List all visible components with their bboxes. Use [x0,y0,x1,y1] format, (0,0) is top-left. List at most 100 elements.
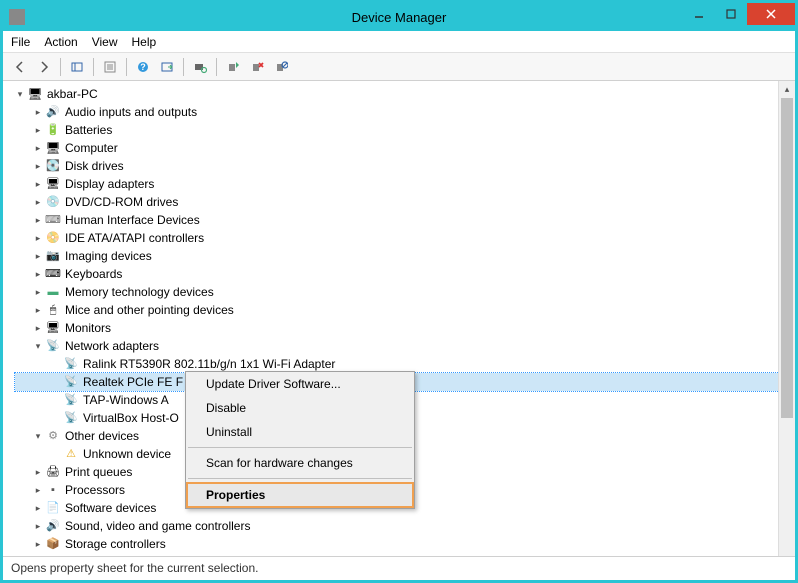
computer-icon [45,140,61,156]
minimize-button[interactable] [683,3,715,25]
scroll-thumb[interactable] [781,98,793,418]
context-menu-item[interactable]: Scan for hardware changes [186,451,414,475]
context-menu-item[interactable]: Uninstall [186,420,414,444]
titlebar[interactable]: Device Manager [3,3,795,31]
network-icon [63,356,79,372]
menu-file[interactable]: File [11,35,30,49]
tree-category[interactable]: ▸Display adapters [15,175,795,193]
monitor-icon [45,320,61,336]
tree-item-label: Monitors [65,319,111,337]
ide-icon [45,230,61,246]
help-button[interactable]: ? [132,56,154,78]
context-menu-item[interactable]: Disable [186,396,414,420]
tree-category[interactable]: ▾Network adapters [15,337,795,355]
show-hide-button[interactable] [66,56,88,78]
tree-category[interactable]: ▸ Monitors [15,319,795,337]
disable-button[interactable] [270,56,292,78]
uninstall-button[interactable] [246,56,268,78]
tree-category[interactable]: ▸ Disk drives [15,157,795,175]
expand-icon[interactable]: ▸ [33,467,43,477]
expand-icon[interactable]: ▸ [33,323,43,333]
expand-icon[interactable]: ▸ [33,269,43,279]
close-button[interactable] [747,3,795,25]
tree-root[interactable]: ▾ akbar-PC [15,85,795,103]
tree-category[interactable]: ▸Audio inputs and outputs [15,103,795,121]
expand-icon[interactable]: ▸ [33,287,43,297]
tree-category[interactable]: ▸Memory technology devices [15,283,795,301]
tree-category[interactable]: ▸Imaging devices [15,247,795,265]
audio-icon [45,104,61,120]
forward-button[interactable] [33,56,55,78]
expand-icon[interactable]: ▸ [33,197,43,207]
update-driver-button[interactable] [222,56,244,78]
tree-category[interactable]: ▸ Storage controllers [15,535,795,553]
back-button[interactable] [9,56,31,78]
expand-icon[interactable]: ▸ [33,125,43,135]
tree-item-label: IDE ATA/ATAPI controllers [65,229,204,247]
network-icon [45,338,61,354]
expand-icon[interactable]: ▸ [33,521,43,531]
toolbar: ? [3,53,795,81]
expand-icon[interactable]: ▸ [33,143,43,153]
keyboard-icon [45,266,61,282]
software-icon [45,500,61,516]
battery-icon [45,122,61,138]
toolbar-separator [93,58,94,76]
expand-icon[interactable]: ▸ [33,107,43,117]
tree-item-label: akbar-PC [47,85,98,103]
tree-category[interactable]: ▸Sound, video and game controllers [15,517,795,535]
tree-item-label: Disk drives [65,157,124,175]
expand-icon[interactable]: ▸ [33,539,43,549]
collapse-icon[interactable]: ▾ [15,89,25,99]
action-button[interactable] [156,56,178,78]
svg-text:?: ? [140,62,146,72]
tree-category[interactable]: ▸ Human Interface Devices [15,211,795,229]
window-controls [683,3,795,25]
scan-hardware-button[interactable] [189,56,211,78]
tree-category[interactable]: ▸ Keyboards [15,265,795,283]
tree-item-label: Computer [65,139,118,157]
tree-category[interactable]: ▸DVD/CD-ROM drives [15,193,795,211]
context-menu[interactable]: Update Driver Software...DisableUninstal… [185,371,415,509]
dvd-icon [45,194,61,210]
scroll-up-arrow[interactable]: ▴ [779,81,795,98]
expand-icon[interactable]: ▸ [33,305,43,315]
processor-icon [45,482,61,498]
menu-help[interactable]: Help [132,35,157,49]
tree-category[interactable]: ▸Mice and other pointing devices [15,301,795,319]
collapse-icon[interactable]: ▾ [33,431,43,441]
expand-icon[interactable]: ▸ [33,215,43,225]
tree-category[interactable]: ▸Batteries [15,121,795,139]
hid-icon [45,212,61,228]
properties-button[interactable] [99,56,121,78]
imaging-icon [45,248,61,264]
unknown-icon [63,446,79,462]
window-title: Device Manager [352,10,447,25]
computer-icon [27,86,43,102]
other-icon [45,428,61,444]
expand-icon[interactable]: ▸ [33,485,43,495]
tree-item-label: Keyboards [65,265,122,283]
tree-item-label: Software devices [65,499,156,517]
expand-icon[interactable]: ▸ [33,179,43,189]
storage-icon [45,536,61,552]
tree-item-label: Storage controllers [65,535,166,553]
status-text: Opens property sheet for the current sel… [11,561,258,575]
maximize-button[interactable] [715,3,747,25]
expand-icon[interactable]: ▸ [33,503,43,513]
context-menu-item[interactable]: Properties [186,482,414,508]
menu-action[interactable]: Action [44,35,77,49]
expand-icon[interactable]: ▸ [33,161,43,171]
expand-icon[interactable]: ▸ [33,251,43,261]
tree-category[interactable]: ▸ Computer [15,139,795,157]
tree-item-label: Human Interface Devices [65,211,200,229]
tree-item-label: VirtualBox Host-O [83,409,179,427]
vertical-scrollbar[interactable]: ▴ [778,81,795,556]
context-menu-item[interactable]: Update Driver Software... [186,372,414,396]
collapse-icon[interactable]: ▾ [33,341,43,351]
context-menu-separator [188,447,412,448]
menu-view[interactable]: View [92,35,118,49]
tree-category[interactable]: ▸ IDE ATA/ATAPI controllers [15,229,795,247]
expand-icon[interactable]: ▸ [33,233,43,243]
tree-item-label: Print queues [65,463,132,481]
